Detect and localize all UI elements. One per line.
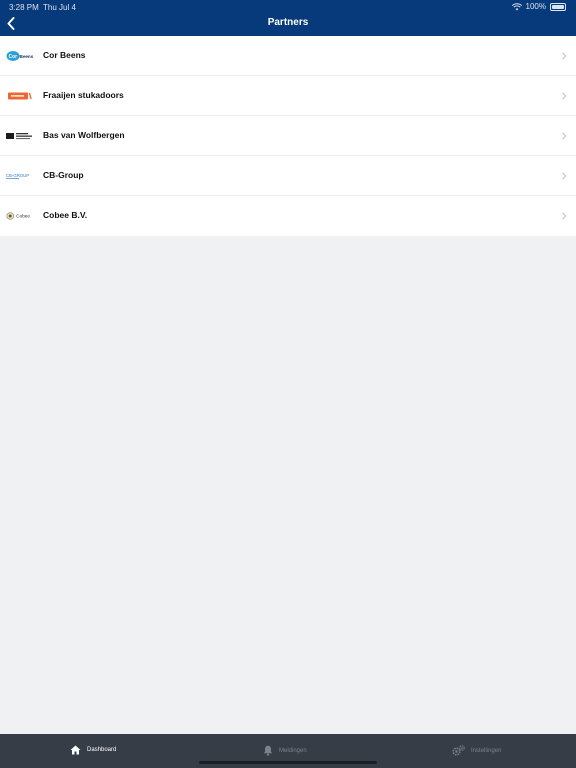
- fraaijen-logo: [6, 88, 34, 104]
- wifi-icon: [511, 2, 522, 10]
- partner-name: Cor Beens: [43, 50, 86, 60]
- gears-icon: [452, 745, 465, 756]
- home-indicator: [199, 761, 377, 764]
- tab-dashboard[interactable]: Dashboard: [70, 745, 116, 755]
- cb-group-logo: CB-GROUP: [6, 168, 34, 184]
- tab-label: Meldingen: [279, 747, 307, 754]
- status-time: 3:28 PM: [9, 3, 39, 12]
- battery-percent: 100%: [525, 2, 546, 11]
- svg-text:Cobee: Cobee: [16, 214, 30, 219]
- tab-meldingen[interactable]: Meldingen: [263, 745, 307, 756]
- screen: 3:28 PM Thu Jul 4 100% Partners Cor Been…: [0, 0, 576, 768]
- svg-text:CB-GROUP: CB-GROUP: [6, 173, 29, 178]
- svg-text:Cor: Cor: [9, 54, 18, 60]
- partner-row-cor-beens[interactable]: Cor Beens Cor Beens: [0, 36, 576, 76]
- tab-label: Dashboard: [87, 747, 117, 753]
- tab-label: Instellingen: [471, 747, 502, 754]
- page-title: Partners: [267, 17, 309, 28]
- chevron-right-icon: [562, 172, 567, 180]
- status-date: Thu Jul 4: [43, 3, 76, 12]
- chevron-right-icon: [562, 212, 567, 220]
- nav-header: 3:28 PM Thu Jul 4 100% Partners: [0, 0, 576, 36]
- chevron-right-icon: [562, 132, 567, 140]
- partner-row-cb-group[interactable]: CB-GROUP CB-Group: [0, 156, 576, 196]
- bas-van-wolfbergen-logo: [6, 128, 34, 144]
- status-indicators: 100%: [511, 2, 566, 11]
- tab-instellingen[interactable]: Instellingen: [452, 745, 501, 756]
- partner-name: Fraaijen stukadoors: [43, 90, 124, 100]
- partner-row-bas-van-wolfbergen[interactable]: Bas van Wolfbergen: [0, 116, 576, 156]
- chevron-right-icon: [562, 52, 567, 60]
- partner-name: Bas van Wolfbergen: [43, 130, 125, 140]
- partner-row-fraaijen[interactable]: Fraaijen stukadoors: [0, 76, 576, 116]
- partner-name: Cobee B.V.: [43, 210, 88, 220]
- partner-list: Cor Beens Cor Beens Fraaijen stukadoors: [0, 36, 576, 236]
- partner-name: CB-Group: [43, 170, 84, 180]
- chevron-right-icon: [562, 92, 567, 100]
- status-bar: 3:28 PM Thu Jul 4 100%: [0, 0, 576, 14]
- partner-row-cobee[interactable]: Cobee Cobee B.V.: [0, 196, 576, 236]
- cor-beens-logo: Cor Beens: [6, 48, 34, 64]
- home-icon: [70, 745, 81, 755]
- battery-icon: [550, 2, 566, 11]
- svg-text:Beens: Beens: [20, 54, 34, 59]
- cobee-logo: Cobee: [6, 208, 34, 224]
- bell-icon: [263, 745, 273, 756]
